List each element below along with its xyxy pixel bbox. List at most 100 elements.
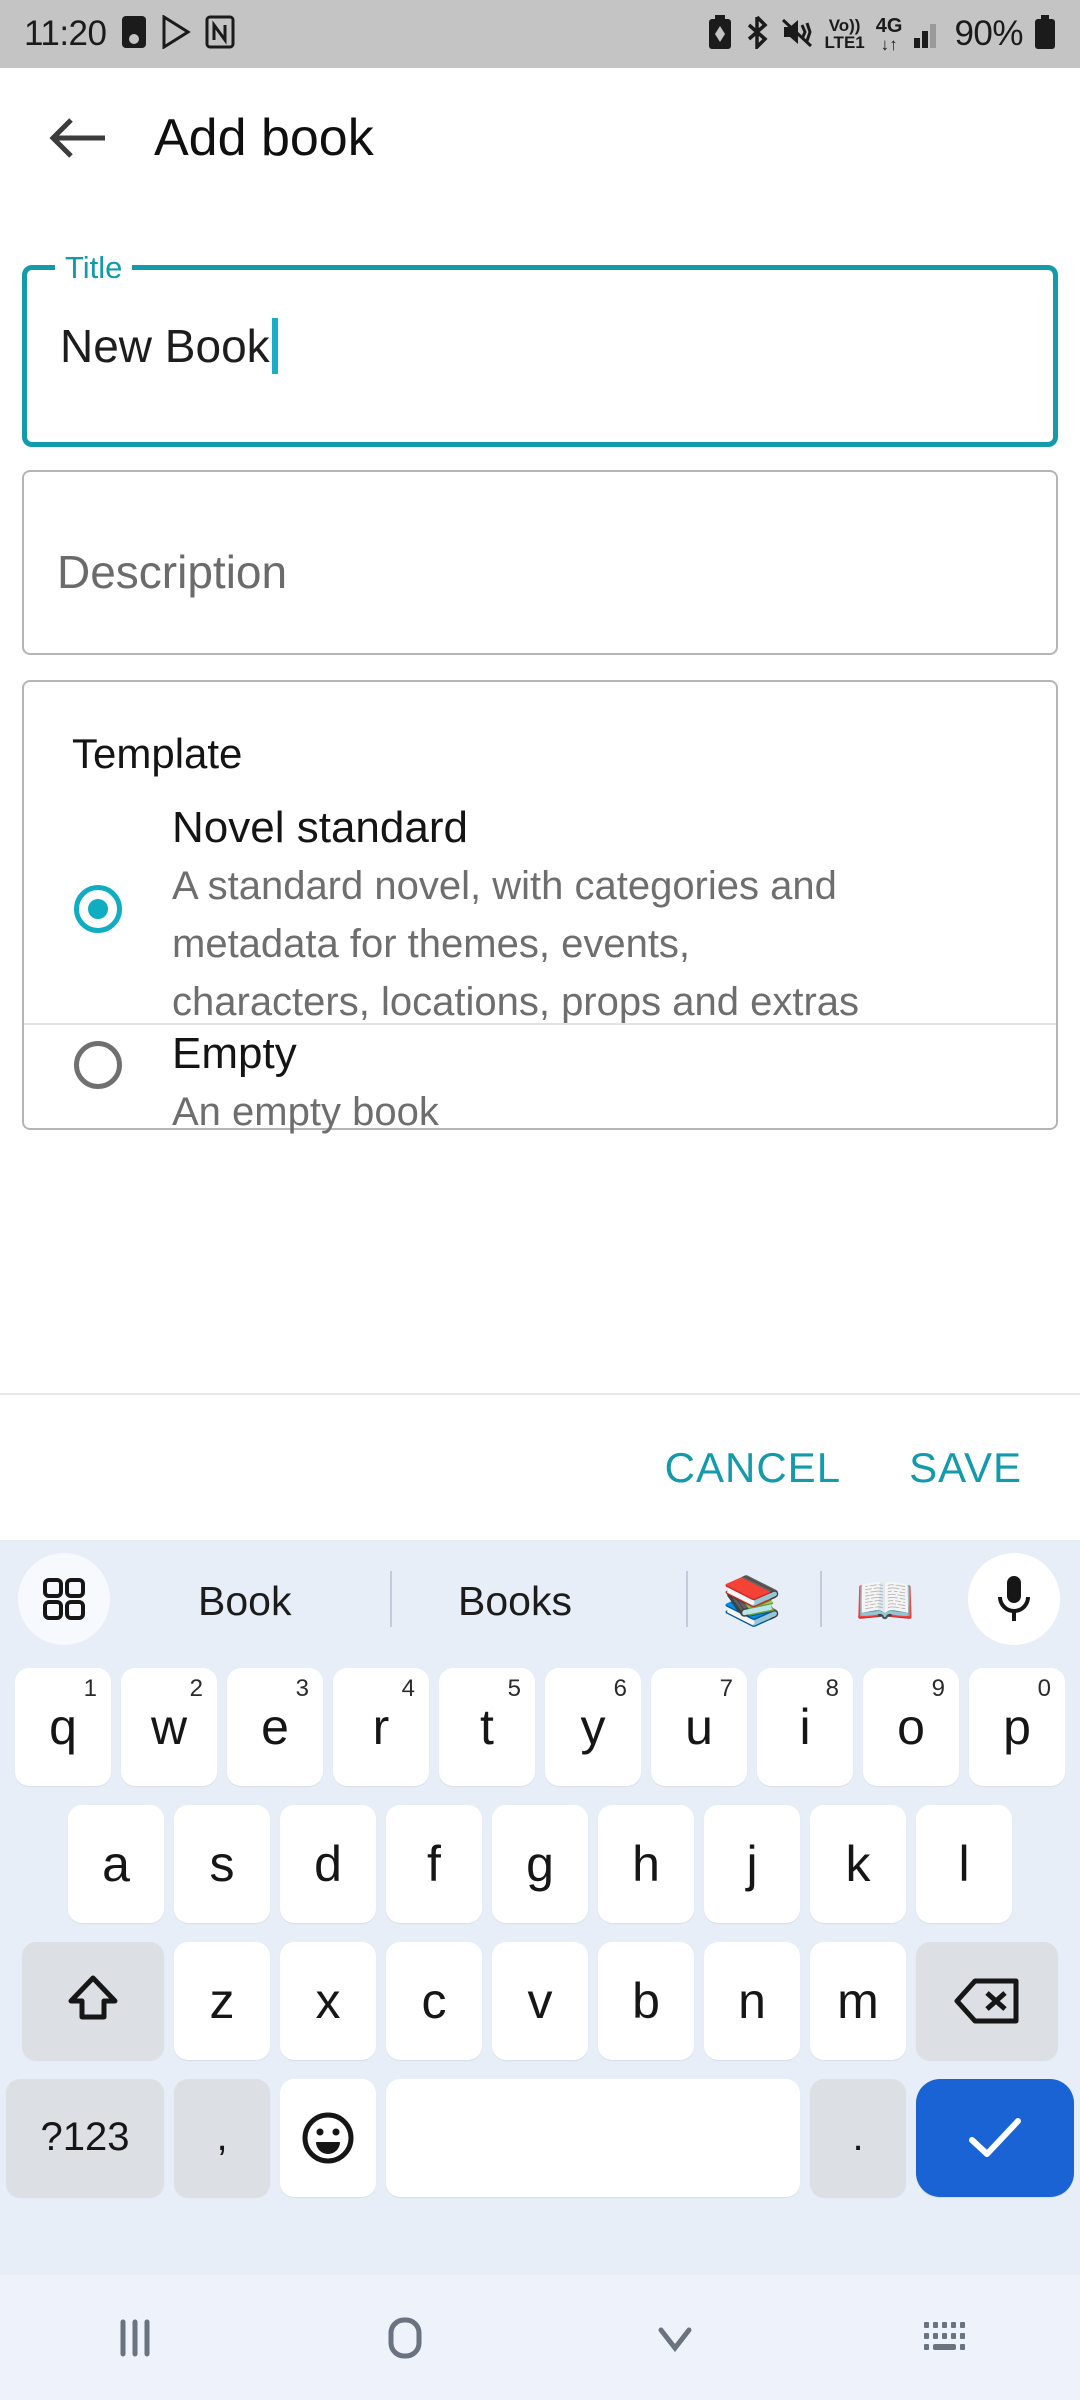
grid-menu-icon[interactable] (18, 1553, 110, 1645)
battery-saver-icon (707, 14, 733, 54)
play-protect-icon (161, 13, 191, 54)
key-d[interactable]: d (280, 1804, 376, 1923)
key-e[interactable]: 3e (227, 1667, 323, 1786)
page-title: Add book (154, 109, 374, 167)
suggestion-word-1[interactable]: Book (198, 1578, 291, 1625)
key-i[interactable]: 8i (757, 1667, 853, 1786)
template-card: Template Novel standard A standard novel… (22, 680, 1058, 1134)
key-q[interactable]: 1q (15, 1667, 111, 1786)
period-key[interactable]: . (810, 2078, 906, 2197)
key-superscript: 3 (295, 1674, 309, 1702)
navigation-bar (0, 2275, 1080, 2400)
radio-button-empty[interactable] (74, 1041, 122, 1089)
key-g[interactable]: g (492, 1804, 588, 1923)
key-y[interactable]: 6y (545, 1667, 641, 1786)
checkmark-icon (969, 2117, 1021, 2157)
suggestion-separator (820, 1571, 822, 1627)
recents-button[interactable] (0, 2275, 270, 2400)
home-icon (388, 2317, 422, 2358)
chevron-down-icon (658, 2327, 692, 2352)
radio-cell-novel[interactable] (24, 795, 172, 1022)
save-button[interactable]: SAVE (909, 1444, 1022, 1492)
key-t[interactable]: 5t (439, 1667, 535, 1786)
cancel-button[interactable]: CANCEL (665, 1444, 841, 1492)
emoji-key[interactable] (280, 2078, 376, 2197)
hide-keyboard-button[interactable] (540, 2275, 810, 2400)
title-input-field[interactable]: Title New Book (22, 252, 1058, 447)
microphone-icon[interactable] (968, 1553, 1060, 1645)
key-label: w (150, 1698, 188, 1755)
key-b[interactable]: b (598, 1941, 694, 2060)
title-field-value-wrap: New Book (60, 318, 278, 374)
suggestion-separator (686, 1571, 688, 1627)
symbols-key[interactable]: ?123 (6, 2078, 164, 2197)
status-bar: 11:20 Vo)) LTE1 4G ↓↑ 90% (0, 0, 1080, 68)
radio-button-novel-standard[interactable] (74, 884, 122, 933)
keyboard: Book Books 📚 📖 1q 2w 3e 4r 5t 6y 7u 8 i … (0, 1540, 1080, 2275)
phone-screen: 11:20 Vo)) LTE1 4G ↓↑ 90% Add book Title… (0, 0, 1080, 2400)
key-h[interactable]: h (598, 1804, 694, 1923)
sim-card-icon (121, 15, 147, 54)
key-w[interactable]: 2w (121, 1667, 217, 1786)
key-label: t (480, 1698, 494, 1755)
action-bar: CANCEL SAVE (0, 1395, 1080, 1540)
backspace-icon (954, 1978, 1019, 2023)
key-v[interactable]: v (492, 1941, 588, 2060)
template-option-name: Empty (172, 1029, 297, 1078)
key-c[interactable]: c (386, 1941, 482, 2060)
home-button[interactable] (270, 2275, 540, 2400)
description-field-placeholder: Description (57, 546, 288, 598)
key-z[interactable]: z (174, 1941, 270, 2060)
template-option-description: A standard novel, with categories and me… (172, 864, 860, 1024)
key-o[interactable]: 9o (863, 1667, 959, 1786)
emoji-icon (302, 2112, 354, 2163)
template-option-novel-standard[interactable]: Novel standard A standard novel, with ca… (24, 795, 1056, 1024)
4g-data-icon: 4G ↓↑ (875, 14, 903, 54)
keyboard-row-4: ?123 , . (0, 2069, 1080, 2206)
key-superscript: 1 (83, 1674, 97, 1702)
template-option-text-novel: Novel standard A standard novel, with ca… (172, 795, 908, 1024)
form-content: Title New Book Description Template Nove… (0, 208, 1080, 1393)
battery-icon (1034, 14, 1056, 54)
recents-icon (120, 2319, 150, 2356)
key-r[interactable]: 4r (333, 1667, 429, 1786)
key-u[interactable]: 7u (651, 1667, 747, 1786)
template-option-empty[interactable]: Empty An empty book (24, 1023, 1056, 1134)
backspace-key[interactable] (916, 1941, 1058, 2060)
suggestion-emoji-books[interactable]: 📚 (722, 1572, 782, 1629)
battery-percent-label: 90% (954, 14, 1023, 53)
key-k[interactable]: k (810, 1804, 906, 1923)
key-superscript: 5 (507, 1674, 521, 1702)
keyboard-switch-icon (924, 2321, 965, 2350)
key-p[interactable]: 0p (969, 1667, 1065, 1786)
enter-key[interactable] (916, 2078, 1074, 2197)
bluetooth-icon (744, 15, 770, 54)
key-label: q (49, 1698, 77, 1755)
description-input-field[interactable]: Description (22, 470, 1058, 655)
radio-cell-empty[interactable] (24, 1025, 172, 1131)
space-key[interactable] (386, 2078, 800, 2197)
key-x[interactable]: x (280, 1941, 376, 2060)
keyboard-row-1: 1q 2w 3e 4r 5t 6y 7u 8i 9o 0p (0, 1658, 1080, 1795)
comma-key[interactable]: , (174, 2078, 270, 2197)
key-label: u (685, 1698, 713, 1755)
key-j[interactable]: j (704, 1804, 800, 1923)
key-a[interactable]: a (68, 1804, 164, 1923)
key-superscript: 8 (825, 1674, 839, 1702)
notion-icon (205, 15, 235, 54)
key-m[interactable]: m (810, 1941, 906, 2060)
template-heading: Template (72, 730, 243, 777)
key-superscript: 7 (719, 1674, 733, 1702)
back-arrow-icon (49, 118, 105, 158)
back-button[interactable] (22, 82, 134, 194)
status-bar-right: Vo)) LTE1 4G ↓↑ 90% (707, 14, 1056, 54)
status-bar-left: 11:20 (24, 13, 235, 54)
keyboard-switch-button[interactable] (810, 2275, 1080, 2400)
suggestion-word-2[interactable]: Books (458, 1578, 572, 1625)
key-s[interactable]: s (174, 1804, 270, 1923)
key-l[interactable]: l (916, 1804, 1012, 1923)
key-f[interactable]: f (386, 1804, 482, 1923)
shift-key[interactable] (22, 1941, 164, 2060)
suggestion-emoji-open-book[interactable]: 📖 (855, 1572, 915, 1629)
key-n[interactable]: n (704, 1941, 800, 2060)
